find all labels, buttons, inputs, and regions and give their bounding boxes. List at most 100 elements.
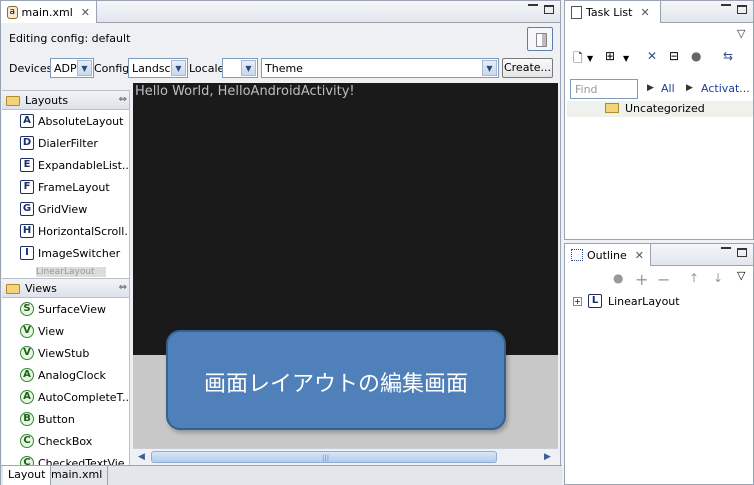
filter-icon[interactable]: ● — [691, 49, 701, 69]
maximize-icon[interactable] — [544, 5, 554, 14]
expand-icon[interactable]: + — [573, 296, 582, 306]
widget-icon: D — [20, 136, 34, 150]
new-task-icon[interactable]: 🗋 — [573, 49, 583, 69]
task-list-view: Task List ✕ ▽ 🗋 ▼ ⊞ ▼ ✕ ⊟ ● ⇆ Find ▶ All… — [564, 0, 754, 240]
editor-bottom-tabs: Layout main.xml — [1, 465, 562, 485]
editor-tab-bar: a main.xml ✕ — [1, 1, 560, 23]
maximize-icon[interactable] — [737, 5, 747, 14]
locale-label: Locale — [189, 62, 225, 75]
minimize-icon[interactable] — [721, 3, 731, 6]
chevron-down-icon[interactable]: ▼ — [587, 54, 593, 74]
outline-view: Outline ✕ ● + − ↑ ↓ ▽ + L LinearLayout — [564, 243, 754, 485]
widget-icon: B — [20, 412, 34, 426]
palette-item-absolutelayout[interactable]: A AbsoluteLayout — [20, 110, 123, 132]
outline-tab-bar: Outline ✕ — [565, 244, 753, 266]
palette-item-view[interactable]: V View — [20, 320, 64, 342]
minimize-icon[interactable] — [528, 3, 538, 6]
widget-icon: V — [20, 324, 34, 338]
widget-icon: I — [20, 246, 34, 260]
maximize-icon[interactable] — [737, 248, 747, 257]
palette-item-dialerfilter[interactable]: D DialerFilter — [20, 132, 98, 154]
palette-item-checkbox[interactable]: C CheckBox — [20, 430, 92, 452]
config-label: Config — [94, 62, 130, 75]
task-list-icon — [571, 5, 582, 19]
palette-item-gridview[interactable]: G GridView — [20, 198, 87, 220]
close-icon[interactable]: ✕ — [635, 249, 644, 262]
widget-icon: H — [20, 224, 34, 238]
scroll-thumb[interactable]: ||| — [151, 451, 497, 463]
widget-icon: A — [20, 390, 34, 404]
tab-outline[interactable]: Outline ✕ — [565, 244, 651, 266]
device-screen[interactable]: Hello World, HelloAndroidActivity! — [133, 83, 558, 355]
xml-file-icon: a — [7, 5, 18, 19]
find-input[interactable]: Find — [570, 79, 638, 99]
play-icon: ▶ — [686, 83, 693, 93]
view-menu-icon[interactable]: ▽ — [737, 27, 745, 40]
palette-item-horizontalscroll[interactable]: H HorizontalScroll... — [20, 220, 129, 242]
play-icon: ▶ — [647, 83, 654, 93]
config-toolbar: Devices ADP ▼ Config Landscape ▼ Locale … — [5, 58, 556, 80]
devices-select[interactable]: ADP ▼ — [50, 58, 94, 78]
palette-item-imageswitcher[interactable]: I ImageSwitcher — [20, 242, 120, 264]
widget-icon: V — [20, 346, 34, 360]
scroll-right-icon[interactable]: ▶ — [541, 451, 554, 464]
hello-textview[interactable]: Hello World, HelloAndroidActivity! — [135, 84, 355, 99]
widget-palette: Layouts ⇔ A AbsoluteLayout D DialerFilter … — [2, 90, 130, 465]
layout-canvas[interactable]: Hello World, HelloAndroidActivity! 画面レイア… — [133, 83, 558, 448]
add-icon[interactable]: + — [635, 270, 648, 290]
palette-item-button[interactable]: B Button — [20, 408, 75, 430]
palette-item-framelayout[interactable]: F FrameLayout — [20, 176, 110, 198]
palette-item-viewstub[interactable]: V ViewStub — [20, 342, 89, 364]
filter-icon[interactable]: ● — [613, 271, 623, 291]
layout-editor: a main.xml ✕ Editing config: default Dev… — [0, 0, 562, 485]
category-uncategorized[interactable]: Uncategorized — [567, 101, 753, 117]
collapse-all-icon[interactable]: ⊟ — [669, 49, 679, 69]
annotation-callout: 画面レイアウトの編集画面 — [166, 330, 506, 430]
remove-icon[interactable]: − — [657, 270, 670, 290]
category-layouts[interactable]: Layouts ⇔ — [2, 90, 129, 110]
grip-icon: ||| — [322, 454, 330, 462]
close-icon[interactable]: ✕ — [640, 6, 649, 19]
outline-tree-item[interactable]: + L LinearLayout — [573, 294, 680, 308]
tasklist-tab-bar: Task List ✕ — [565, 1, 753, 23]
widget-icon: C — [20, 434, 34, 448]
tab-main-xml-source[interactable]: main.xml — [46, 466, 109, 485]
widget-icon: C — [20, 456, 34, 465]
view-menu-icon[interactable]: ▽ — [737, 269, 745, 289]
delete-completed-icon[interactable]: ✕ — [647, 49, 657, 69]
folder-icon — [6, 96, 20, 106]
locale-select[interactable]: ▼ — [222, 58, 258, 78]
minimize-icon[interactable] — [721, 246, 731, 249]
collapse-icon[interactable]: ⇔ — [119, 282, 127, 293]
categorize-icon[interactable]: ⊞ — [605, 49, 615, 69]
task-list-title: Task List — [586, 5, 633, 19]
widget-icon: G — [20, 202, 34, 216]
move-down-icon[interactable]: ↓ — [713, 271, 723, 291]
create-button[interactable]: Create... — [502, 58, 553, 78]
palette-item-analogclock[interactable]: A AnalogClock — [20, 364, 106, 386]
palette-item-autocomplete[interactable]: A AutoCompleteT... — [20, 386, 129, 408]
chevron-down-icon[interactable]: ▼ — [623, 54, 629, 74]
sync-icon[interactable]: ⇆ — [723, 49, 733, 69]
config-select[interactable]: Landscape ▼ — [128, 58, 188, 78]
collapse-icon[interactable]: ⇔ — [119, 94, 127, 105]
palette-item-surfaceview[interactable]: S SurfaceView — [20, 298, 106, 320]
folder-icon — [6, 284, 20, 294]
editing-config-label: Editing config: default — [9, 32, 131, 45]
all-link[interactable]: All — [661, 82, 675, 95]
tab-main-xml[interactable]: a main.xml ✕ — [1, 1, 97, 23]
drag-tooltip: LinearLayout — [36, 267, 106, 277]
move-up-icon[interactable]: ↑ — [689, 271, 699, 291]
theme-select[interactable]: Theme ▼ — [261, 58, 499, 78]
scroll-left-icon[interactable]: ◀ — [135, 451, 148, 464]
category-views[interactable]: Views ⇔ — [2, 278, 129, 298]
horizontal-scrollbar[interactable]: ◀ ||| ▶ — [133, 448, 558, 465]
close-icon[interactable]: ✕ — [81, 6, 90, 19]
palette-item-expandablelist[interactable]: E ExpandableList... — [20, 154, 129, 176]
palette-item-checkedtextview[interactable]: C CheckedTextVie... — [20, 452, 129, 465]
tab-layout[interactable]: Layout — [3, 466, 52, 485]
activate-link[interactable]: Activat... — [701, 82, 750, 95]
tab-task-list[interactable]: Task List ✕ — [565, 1, 661, 23]
widget-icon: F — [20, 180, 34, 194]
toggle-config-button[interactable] — [527, 27, 553, 51]
